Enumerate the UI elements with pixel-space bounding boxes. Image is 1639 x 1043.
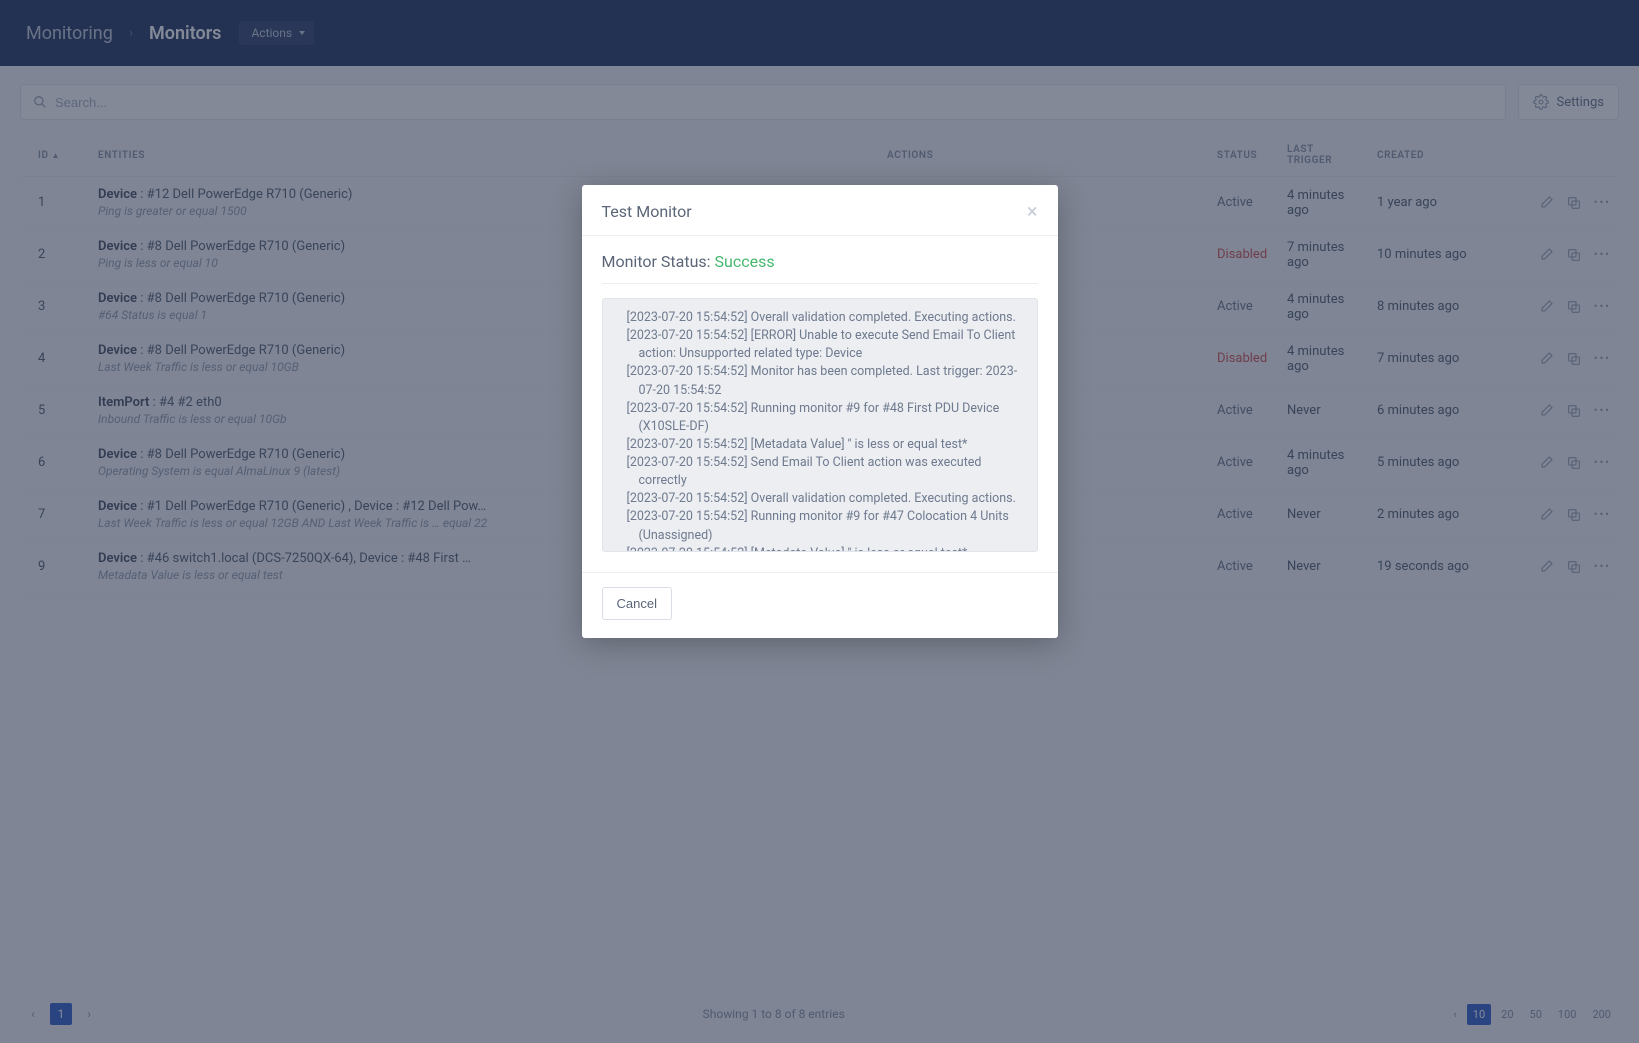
monitor-status: Monitor Status: Success bbox=[602, 252, 1038, 284]
modal-header: Test Monitor × bbox=[582, 185, 1058, 236]
log-line: [2023-07-20 15:54:52] [Metadata Value] '… bbox=[615, 436, 1027, 454]
monitor-status-label: Monitor Status: bbox=[602, 252, 715, 271]
modal-body: Monitor Status: Success [2023-07-20 15:5… bbox=[582, 236, 1058, 572]
log-line: [2023-07-20 15:54:52] [ERROR] Unable to … bbox=[615, 327, 1027, 363]
cancel-button[interactable]: Cancel bbox=[602, 587, 672, 620]
test-monitor-modal: Test Monitor × Monitor Status: Success [… bbox=[582, 185, 1058, 638]
log-line: [2023-07-20 15:54:52] [Metadata Value] '… bbox=[615, 545, 1027, 552]
log-line: [2023-07-20 15:54:52] Running monitor #9… bbox=[615, 400, 1027, 436]
monitor-status-value: Success bbox=[715, 252, 775, 271]
log-output[interactable]: [2023-07-20 15:54:52] Overall validation… bbox=[602, 298, 1038, 552]
modal-title: Test Monitor bbox=[602, 202, 692, 221]
log-line: [2023-07-20 15:54:52] Overall validation… bbox=[615, 490, 1027, 508]
log-line: [2023-07-20 15:54:52] Running monitor #9… bbox=[615, 508, 1027, 544]
close-icon[interactable]: × bbox=[1027, 201, 1038, 221]
log-line: [2023-07-20 15:54:52] Monitor has been c… bbox=[615, 363, 1027, 399]
log-line: [2023-07-20 15:54:52] Send Email To Clie… bbox=[615, 454, 1027, 490]
modal-footer: Cancel bbox=[582, 572, 1058, 638]
log-line: [2023-07-20 15:54:52] Overall validation… bbox=[615, 309, 1027, 327]
